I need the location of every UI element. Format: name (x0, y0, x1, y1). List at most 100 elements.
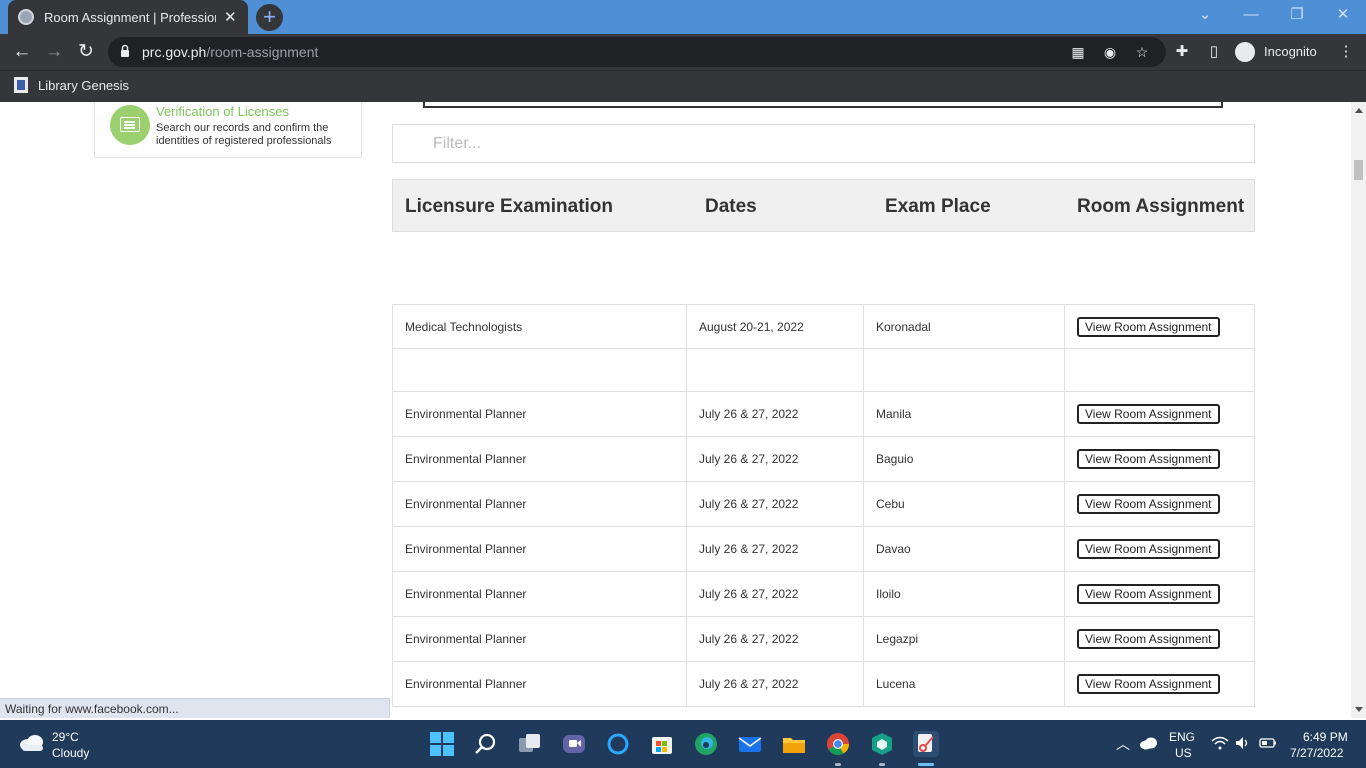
windows-taskbar: 29°C Cloudy ︿ ENG US 6:49 PM 7/27/2022 (0, 720, 1366, 768)
edge-browser-icon[interactable] (693, 731, 719, 757)
forward-button[interactable]: → (42, 40, 66, 64)
menu-dots-icon[interactable]: ⋮ (1336, 42, 1356, 62)
browser-status-bar: Waiting for www.facebook.com... (0, 698, 390, 718)
view-room-assignment-button[interactable]: View Room Assignment (1077, 449, 1220, 469)
cell-exam-place (864, 349, 1065, 391)
weather-condition[interactable]: Cloudy (52, 746, 89, 760)
cell-dates: July 26 & 27, 2022 (687, 437, 864, 481)
site-favicon-icon (18, 9, 34, 25)
search-icon[interactable] (473, 731, 499, 757)
snipping-tool-icon[interactable] (913, 731, 939, 766)
cell-room-assignment: View Room Assignment (1065, 617, 1255, 661)
cell-room-assignment: View Room Assignment (1065, 662, 1255, 706)
cell-licensure-examination: Environmental Planner (393, 392, 687, 436)
back-button[interactable]: ← (10, 40, 34, 64)
view-room-assignment-button[interactable]: View Room Assignment (1077, 404, 1220, 424)
close-window-button[interactable]: ✕ (1320, 0, 1366, 34)
wifi-icon[interactable] (1211, 736, 1229, 750)
cell-room-assignment: View Room Assignment (1065, 527, 1255, 571)
lock-icon (121, 44, 129, 57)
microsoft-store-icon[interactable] (649, 731, 675, 757)
incognito-icon[interactable] (1235, 42, 1255, 62)
volume-icon[interactable] (1235, 736, 1251, 750)
new-tab-button[interactable]: + (256, 4, 283, 31)
cell-exam-place: Cebu (864, 482, 1065, 526)
cell-exam-place: Manila (864, 392, 1065, 436)
filter-input[interactable] (433, 135, 933, 153)
page-scrollbar[interactable] (1351, 102, 1366, 718)
top-frame-border (423, 102, 1223, 108)
verification-title[interactable]: Verification of Licenses (156, 104, 289, 119)
cell-exam-place: Baguio (864, 437, 1065, 481)
view-room-assignment-button[interactable]: View Room Assignment (1077, 674, 1220, 694)
minimize-button[interactable]: — (1228, 0, 1274, 34)
verification-card[interactable]: Verification of Licenses Search our reco… (94, 102, 362, 158)
header-room-assignment: Room Assignment (1077, 196, 1245, 217)
table-row: Environmental Planner July 26 & 27, 2022 I… (392, 572, 1255, 617)
clock-date[interactable]: 7/27/2022 (1290, 746, 1343, 760)
cell-licensure-examination: Environmental Planner (393, 482, 687, 526)
show-hidden-icons-chevron-icon[interactable]: ︿ (1116, 734, 1130, 754)
cell-exam-place: Lucena (864, 662, 1065, 706)
table-header: Licensure Examination Dates Exam Place R… (392, 179, 1255, 232)
address-bar[interactable]: prc.gov.ph/room-assignment ▦ ◉ ☆ (108, 37, 1166, 67)
restore-button[interactable]: ❐ (1274, 0, 1320, 34)
table-row: Environmental Planner July 26 & 27, 2022 L… (392, 617, 1255, 662)
weather-temperature[interactable]: 29°C (52, 730, 79, 744)
cell-exam-place: Koronadal (864, 305, 1065, 348)
cell-exam-place: Legazpi (864, 617, 1065, 661)
side-panel-icon[interactable]: ▯ (1204, 42, 1224, 62)
table-row: Environmental Planner July 26 & 27, 2022 C… (392, 482, 1255, 527)
close-tab-icon[interactable]: ✕ (224, 8, 237, 26)
task-view-icon[interactable] (517, 731, 543, 757)
browser-titlebar: Room Assignment | Professional Regulatio… (0, 0, 1366, 34)
battery-icon[interactable] (1259, 737, 1277, 749)
browser-tab[interactable]: Room Assignment | Professional Regulatio… (8, 0, 248, 34)
bookmarks-bar: Library Genesis (0, 70, 1366, 102)
input-region[interactable]: US (1175, 746, 1192, 760)
filter-box[interactable] (392, 124, 1255, 163)
scroll-down-arrow-icon[interactable] (1355, 707, 1363, 712)
tracking-blocked-eye-icon[interactable]: ◉ (1102, 44, 1118, 60)
table-row: Environmental Planner July 26 & 27, 2022 B… (392, 437, 1255, 482)
qr-code-icon[interactable]: ▦ (1070, 44, 1086, 60)
table-body: Medical Technologists August 20-21, 2022 K… (392, 304, 1255, 707)
cell-licensure-examination: Environmental Planner (393, 572, 687, 616)
view-room-assignment-button[interactable]: View Room Assignment (1077, 316, 1220, 337)
cell-room-assignment: View Room Assignment (1065, 572, 1255, 616)
cortana-icon[interactable] (605, 731, 631, 757)
cell-licensure-examination: Environmental Planner (393, 527, 687, 571)
view-room-assignment-button[interactable]: View Room Assignment (1077, 494, 1220, 514)
cell-room-assignment: View Room Assignment (1065, 437, 1255, 481)
input-language[interactable]: ENG (1169, 730, 1195, 744)
extensions-puzzle-icon[interactable]: ✚ (1172, 42, 1192, 62)
tab-search-icon[interactable]: ⌄ (1182, 0, 1228, 34)
page-content: Verification of Licenses Search our reco… (0, 102, 1366, 718)
cell-licensure-examination: Environmental Planner (393, 437, 687, 481)
view-room-assignment-button[interactable]: View Room Assignment (1077, 584, 1220, 604)
cell-licensure-examination (393, 349, 687, 391)
teams-chat-icon[interactable] (561, 731, 587, 757)
start-windows-icon[interactable] (429, 731, 455, 757)
cloudy-weather-icon[interactable] (18, 734, 46, 752)
clock-time[interactable]: 6:49 PM (1303, 730, 1348, 744)
reload-button[interactable]: ↻ (74, 40, 98, 64)
cell-licensure-examination: Environmental Planner (393, 617, 687, 661)
incognito-label[interactable]: Incognito (1264, 44, 1317, 59)
license-card-icon (110, 105, 150, 145)
cell-dates: July 26 & 27, 2022 (687, 572, 864, 616)
chrome-icon[interactable] (825, 731, 851, 766)
table-row: Medical Technologists August 20-21, 2022 K… (392, 304, 1255, 349)
onedrive-cloud-icon[interactable] (1138, 736, 1158, 750)
scroll-up-arrow-icon[interactable] (1355, 108, 1363, 113)
cell-exam-place: Iloilo (864, 572, 1065, 616)
view-room-assignment-button[interactable]: View Room Assignment (1077, 629, 1220, 649)
scrollbar-thumb[interactable] (1354, 160, 1363, 180)
file-explorer-icon[interactable] (781, 731, 807, 757)
header-licensure-examination: Licensure Examination (405, 196, 614, 217)
green-cube-app-icon[interactable] (869, 731, 895, 766)
bookmark-library-genesis[interactable]: Library Genesis (14, 77, 129, 93)
bookmark-star-icon[interactable]: ☆ (1134, 44, 1150, 60)
mail-icon[interactable] (737, 731, 763, 757)
view-room-assignment-button[interactable]: View Room Assignment (1077, 539, 1220, 559)
